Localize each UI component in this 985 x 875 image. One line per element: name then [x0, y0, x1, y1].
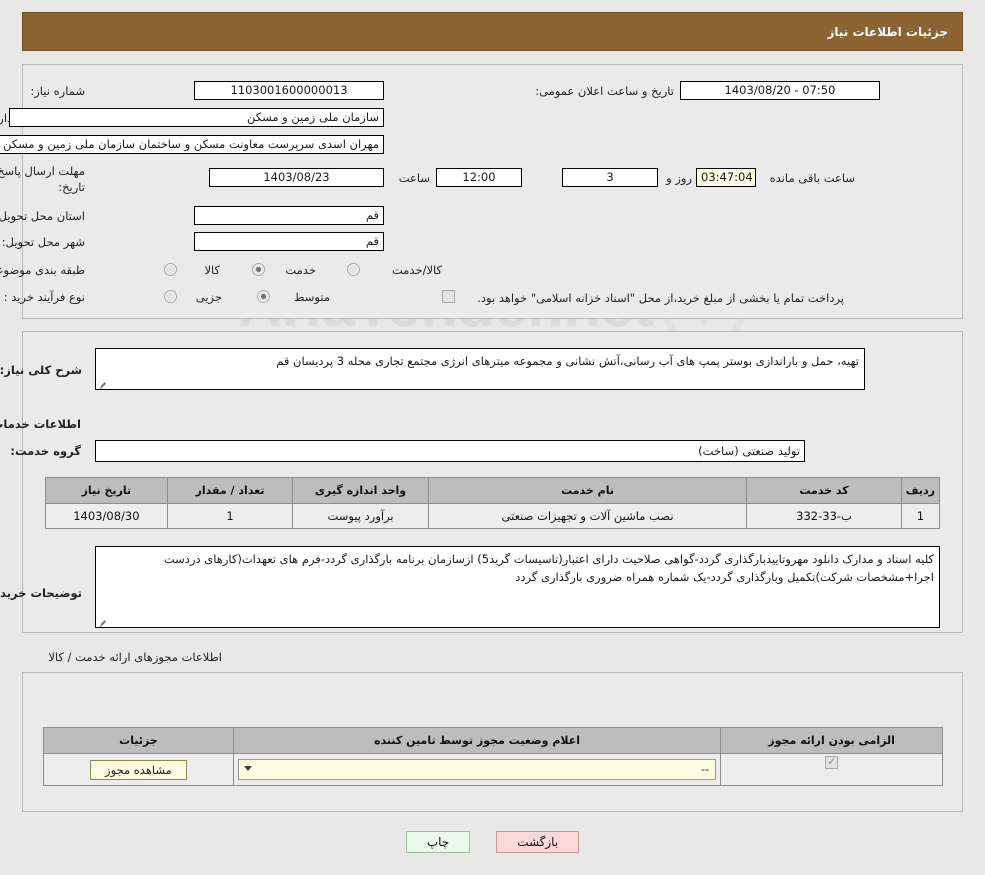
need-number-value: 1103001600000013 [194, 81, 384, 100]
col-quantity: تعداد / مقدار [166, 477, 294, 504]
page-root: AriaTender.net جزئیات اطلاعات نیاز شماره… [0, 0, 985, 875]
cell-quantity: 1 [166, 503, 294, 529]
process-label: نوع فرآیند خرید : [3, 290, 85, 304]
print-button[interactable]: چاپ [405, 831, 471, 853]
view-permit-button[interactable]: مشاهده مجوز [90, 759, 187, 780]
city-value: قم [194, 232, 384, 251]
radio-category-khedmat[interactable] [252, 263, 265, 276]
services-table: ردیف کد خدمت نام خدمت واحد اندازه گیری ت… [45, 477, 941, 529]
col-service-code: کد خدمت [746, 477, 902, 504]
remaining-days-value: 3 [562, 168, 658, 187]
process-option-label-0: جزیی [195, 290, 222, 304]
deadline-label-line1: مهلت ارسال پاسخ: تا [0, 164, 85, 178]
col-permit-details: جزئیات [43, 727, 234, 754]
days-label: روز و [666, 171, 692, 185]
col-permit-required: الزامی بودن ارائه مجوز [720, 727, 943, 754]
cell-permit-details: مشاهده مجوز [43, 753, 234, 786]
description-label: شرح کلی نیاز: [0, 363, 82, 377]
remaining-time-value: 03:47:04 [696, 168, 756, 187]
public-announce-value: 1403/08/20 - 07:50 [680, 81, 880, 100]
city-label: شهر محل تحویل: [1, 235, 85, 249]
resize-grip-icon-2[interactable] [98, 617, 107, 626]
need-info-panel [22, 64, 963, 319]
footer-buttons: بازگشت چاپ [0, 831, 985, 853]
col-need-date: تاریخ نیاز [45, 477, 168, 504]
permit-required-checkbox [825, 755, 839, 769]
cell-service-name: نصب ماشین آلات و تجهیزات صنعتی [427, 503, 748, 529]
radio-category-kala-khedmat[interactable] [347, 263, 360, 276]
treasury-docs-text: پرداخت تمام یا بخشی از مبلغ خرید،از محل … [477, 291, 844, 305]
process-option-label-1: متوسط [293, 290, 330, 304]
need-number-label: شماره نیاز: [30, 84, 85, 98]
description-value: تهیه، حمل و باراندازی بوستر پمپ های آب ر… [276, 354, 859, 368]
col-permit-status: اعلام وضعیت مجوز توسط تامین کننده [232, 727, 722, 754]
deadline-date-value: 1403/08/23 [209, 168, 384, 187]
chevron-down-icon [243, 766, 252, 771]
permits-section-title: اطلاعات مجوزهای ارائه خدمت / کالا [48, 650, 222, 664]
permits-table: الزامی بودن ارائه مجوز اعلام وضعیت مجوز … [43, 727, 943, 786]
back-button[interactable]: بازگشت [496, 831, 580, 853]
province-value: قم [194, 206, 384, 225]
page-header-bar: جزئیات اطلاعات نیاز [22, 12, 963, 51]
cell-permit-required [720, 753, 943, 786]
cell-service-code: ب-33-332 [746, 503, 902, 529]
public-announce-label: تاریخ و ساعت اعلان عمومی: [535, 84, 674, 98]
description-textarea[interactable]: تهیه، حمل و باراندازی بوستر پمپ های آب ر… [95, 348, 865, 390]
cell-permit-status[interactable]: -- [232, 753, 722, 786]
resize-grip-icon[interactable] [98, 379, 107, 388]
creator-value: مهران اسدی سرپرست معاونت مسکن و ساختمان … [0, 135, 384, 154]
table-row: -- مشاهده مجوز [43, 753, 943, 786]
radio-process-motevaset[interactable] [257, 290, 270, 303]
services-table-header-row: ردیف کد خدمت نام خدمت واحد اندازه گیری ت… [45, 477, 941, 504]
permit-status-select[interactable]: -- [237, 759, 717, 780]
services-section-title: اطلاعات خدمات مورد نیاز [0, 417, 81, 431]
deadline-label-line2: تاریخ: [58, 180, 85, 194]
hour-label: ساعت [398, 171, 430, 185]
treasury-docs-checkbox[interactable] [442, 290, 455, 303]
col-unit: واحد اندازه گیری [292, 477, 429, 504]
deadline-time-value: 12:00 [436, 168, 522, 187]
category-option-label-0: کالا [204, 263, 220, 277]
category-option-label-1: خدمت [285, 263, 316, 277]
radio-process-jozei[interactable] [164, 290, 177, 303]
permit-status-value: -- [700, 762, 710, 776]
province-label: استان محل تحویل: [0, 209, 85, 223]
col-row-no: ردیف [900, 477, 941, 504]
cell-unit: برآورد پیوست [292, 503, 429, 529]
remaining-label: ساعت باقی مانده [769, 171, 855, 185]
buyer-notes-label: توضیحات خریدار: [0, 586, 82, 600]
permits-table-header-row: الزامی بودن ارائه مجوز اعلام وضعیت مجوز … [43, 727, 943, 754]
service-group-label: گروه خدمت: [10, 444, 81, 458]
buyer-notes-textarea[interactable]: کلیه اسناد و مدارک دانلود مهروتاییدبارگذ… [95, 546, 940, 628]
table-row: 1 ب-33-332 نصب ماشین آلات و تجهیزات صنعت… [45, 503, 941, 529]
buyer-notes-value: کلیه اسناد و مدارک دانلود مهروتاییدبارگذ… [163, 552, 934, 584]
category-label: طبقه بندی موضوعی: [0, 263, 85, 277]
cell-need-date: 1403/08/30 [45, 503, 168, 529]
service-group-value: تولید صنعتی (ساخت) [95, 440, 805, 462]
col-service-name: نام خدمت [427, 477, 748, 504]
cell-row-no: 1 [900, 503, 941, 529]
radio-category-kala[interactable] [164, 263, 177, 276]
category-option-label-2: کالا/خدمت [391, 263, 442, 277]
page-title: جزئیات اطلاعات نیاز [827, 24, 948, 39]
buyer-org-value: سازمان ملی زمین و مسکن [9, 108, 384, 127]
